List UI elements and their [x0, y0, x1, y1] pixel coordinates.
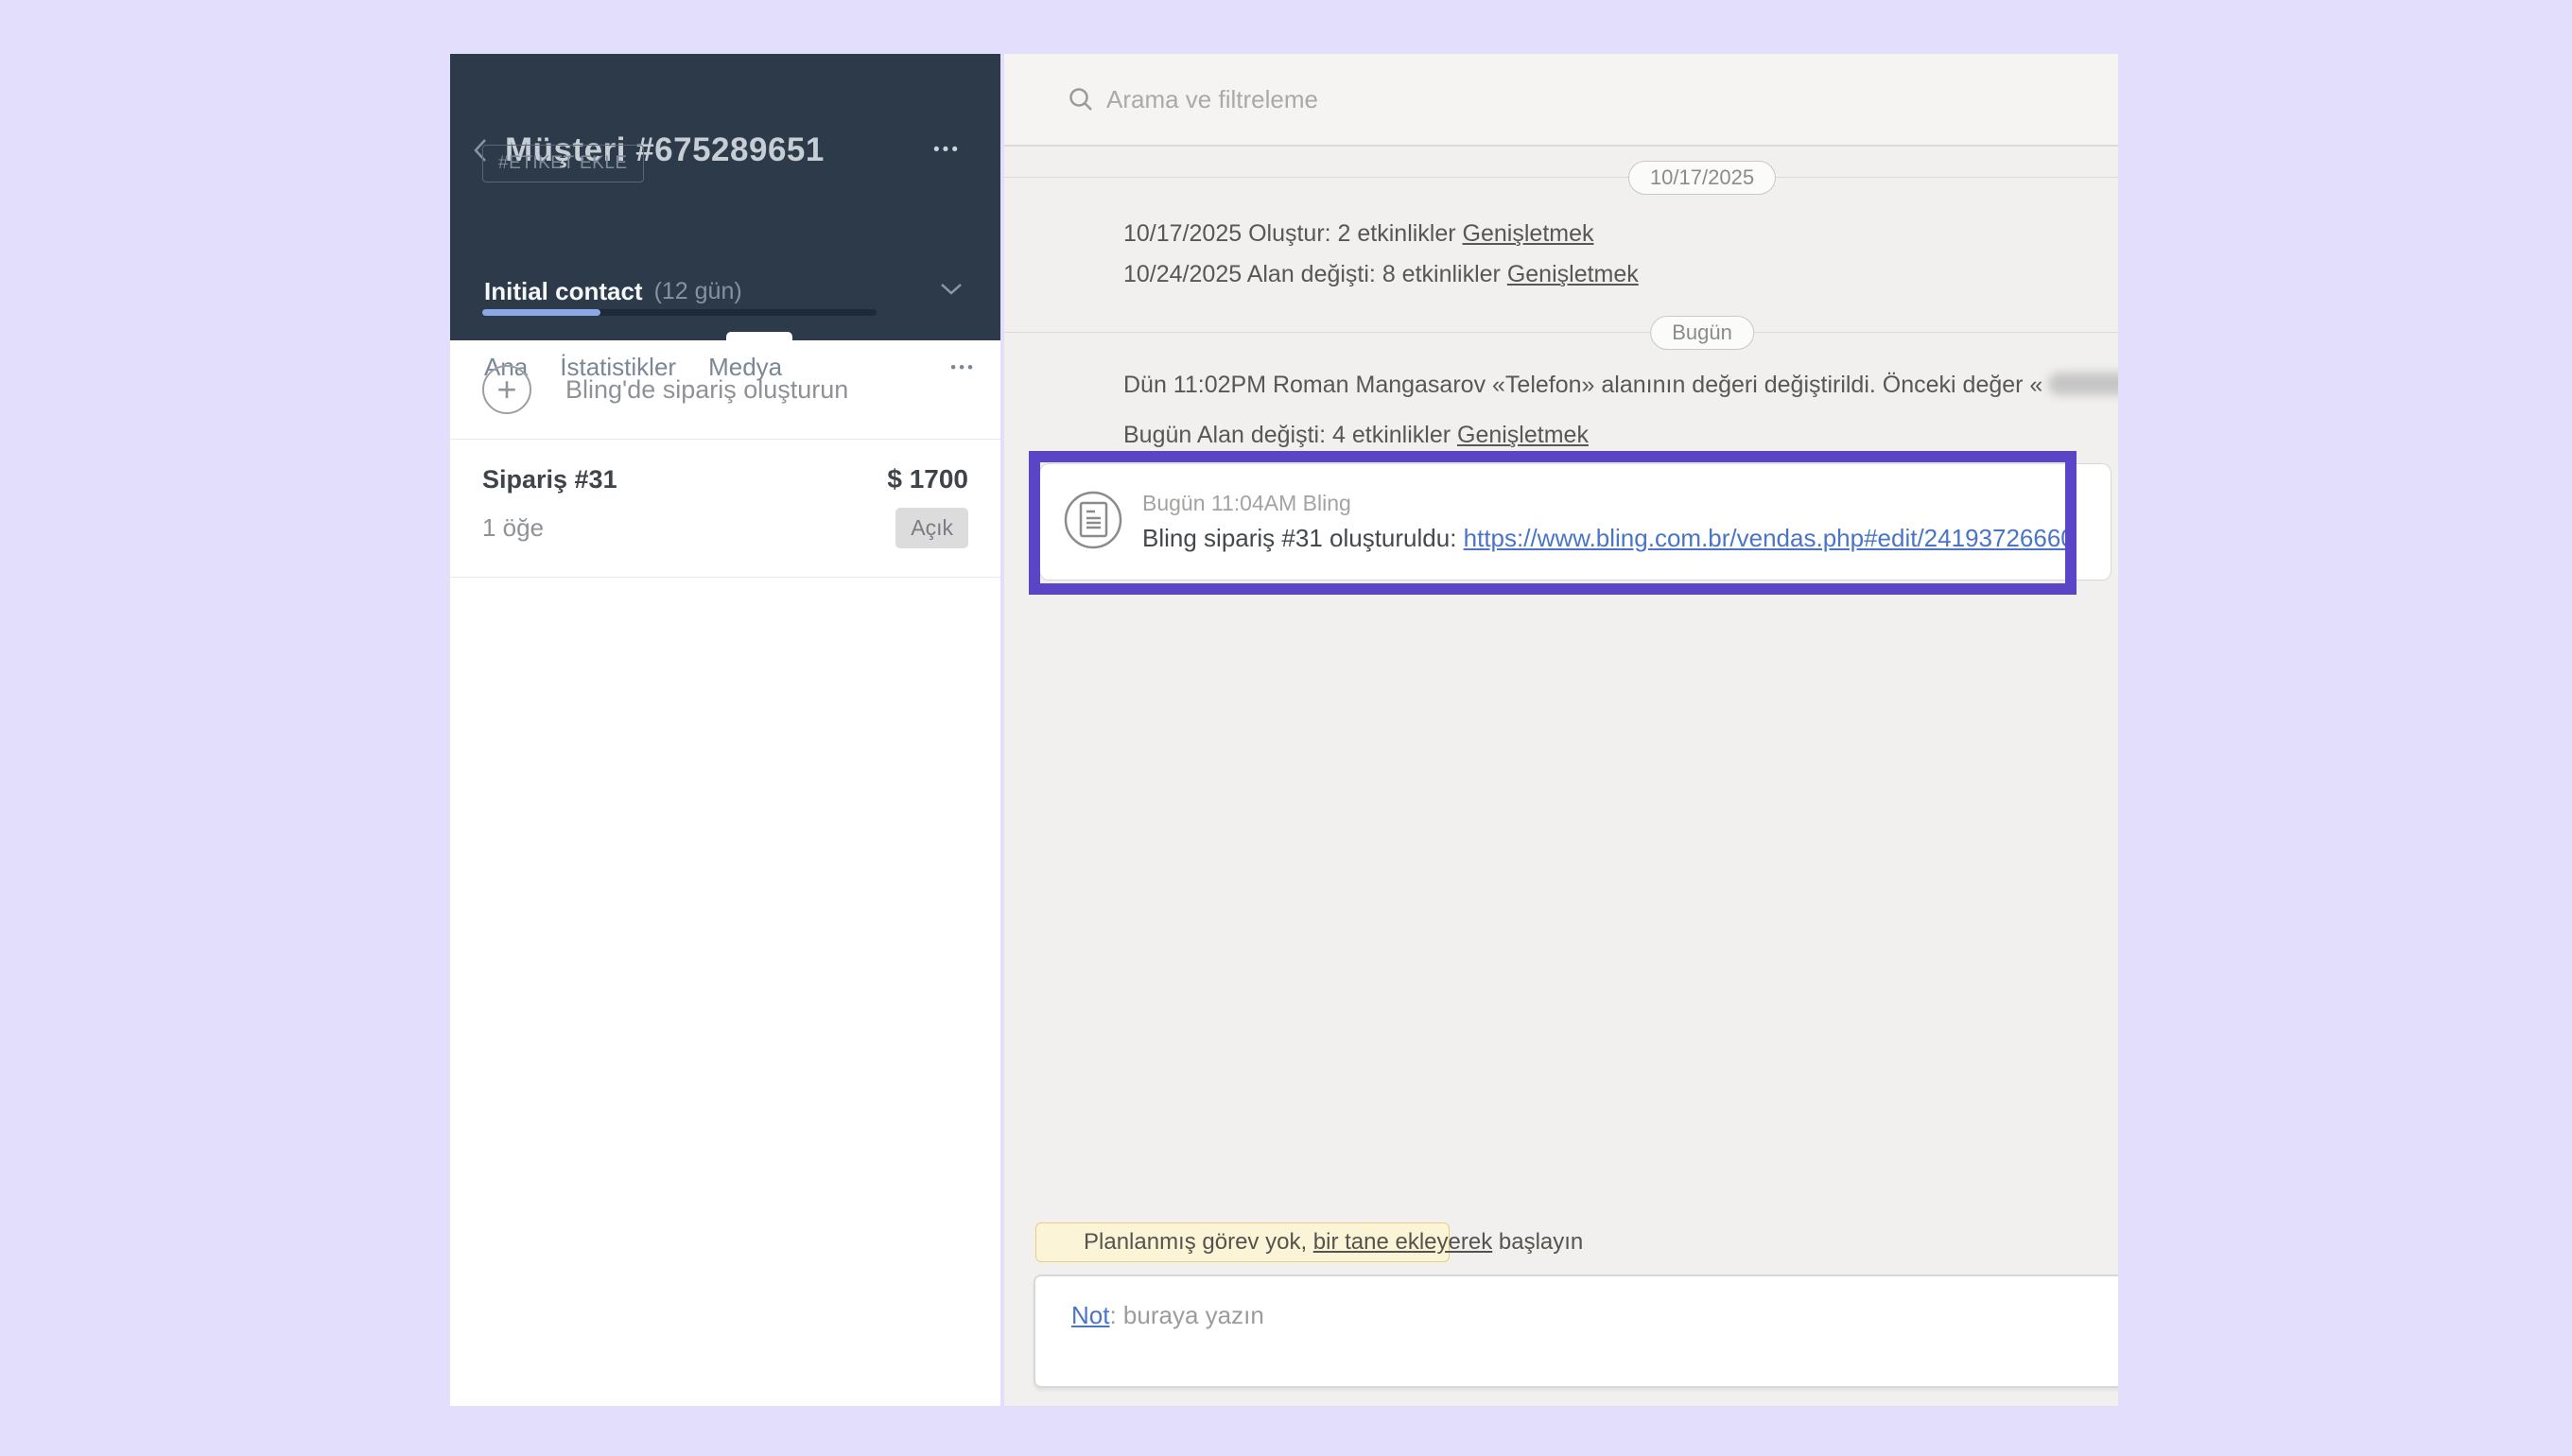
- date-separator-pill: Bugün: [1650, 316, 1754, 350]
- separator-line: [1004, 177, 2118, 178]
- feed-event: 10/24/2025 Alan değişti: 8 etkinlikler G…: [1123, 261, 2118, 288]
- event-text: Bugün Alan değişti: 4 etkinlikler: [1123, 422, 1457, 448]
- feed-event: 10/17/2025 Oluştur: 2 etkinlikler Genişl…: [1123, 220, 2118, 248]
- event-text: Bling sipariş #31 oluşturuldu:: [1142, 524, 1464, 552]
- add-tag-button[interactable]: #ETIKET EKLE: [482, 145, 644, 182]
- order-items-count: 1 öğe: [482, 513, 545, 542]
- stage-progress-bar: [482, 309, 877, 316]
- order-list-item[interactable]: Sipariş #31 $ 1700 1 öğe Açık: [450, 440, 1000, 578]
- pipeline-stage-duration: (12 gün): [653, 278, 742, 304]
- customer-sidebar: Müşteri #675289651 ••• #ETIKET EKLE Init…: [450, 54, 1000, 1406]
- create-order-label: Bling'de sipariş oluşturun: [565, 374, 849, 404]
- create-order-button[interactable]: + Bling'de sipariş oluşturun: [450, 340, 1000, 440]
- event-text: 10/17/2025 Oluştur: 2 etkinlikler: [1123, 220, 1463, 247]
- more-menu-button[interactable]: •••: [933, 140, 978, 161]
- chevron-down-icon: [940, 283, 963, 301]
- expand-link[interactable]: Genişletmek: [1457, 422, 1589, 448]
- add-task-link[interactable]: bir tane ekleyerek: [1313, 1229, 1492, 1255]
- order-title: Sipariş #31: [482, 465, 617, 494]
- notice-text: Planlanmış görev yok,: [1084, 1229, 1313, 1255]
- sidebar-body: + Bling'de sipariş oluşturun Sipariş #31…: [450, 340, 1000, 578]
- bling-order-event-card: Bugün 11:04AM Bling Bling sipariş #31 ol…: [1039, 463, 2111, 581]
- bling-order-link[interactable]: https://www.bling.com.br/vendas.php#edit…: [1464, 524, 2075, 552]
- active-tab-indicator: [726, 332, 792, 340]
- expand-link[interactable]: Genişletmek: [1463, 220, 1594, 247]
- document-icon: [1063, 490, 1123, 555]
- pipeline-stage-name: Initial contact: [484, 277, 643, 305]
- no-task-notice: Planlanmış görev yok, bir tane ekleyerek…: [1035, 1222, 1583, 1262]
- stage-progress-fill: [482, 309, 601, 316]
- search-bar[interactable]: Arama ve filtreleme: [1004, 54, 2118, 147]
- separator-line: [1004, 332, 2118, 333]
- date-separator: Bugün: [1004, 316, 2118, 350]
- sidebar-header: Müşteri #675289651 ••• #ETIKET EKLE Init…: [450, 54, 1000, 381]
- redacted-value-blur: [2048, 373, 2118, 395]
- feed-event: Dün 11:02PM Roman Mangasarov «Telefon» a…: [1123, 372, 2118, 399]
- event-text: 10/24/2025 Alan değişti: 8 etkinlikler: [1123, 261, 1507, 287]
- note-type-selector[interactable]: Not: [1071, 1301, 1109, 1329]
- order-amount: $ 1700: [887, 464, 968, 494]
- note-placeholder: : buraya yazın: [1109, 1301, 1264, 1329]
- date-separator: 10/17/2025: [1004, 161, 2118, 195]
- pipeline-stage-selector[interactable]: Initial contact (12 gün): [484, 277, 974, 306]
- search-placeholder: Arama ve filtreleme: [1106, 84, 1318, 113]
- notice-text: başlayın: [1492, 1229, 1584, 1255]
- plus-icon: +: [482, 365, 531, 414]
- timeline-feed: Arama ve filtreleme 10/17/2025 10/17/202…: [1004, 54, 2118, 1406]
- expand-link[interactable]: Genişletmek: [1507, 261, 1639, 287]
- search-icon: [1069, 88, 1092, 111]
- event-text: Dün 11:02PM Roman Mangasarov «Telefon» a…: [1123, 372, 2043, 398]
- date-separator-pill: 10/17/2025: [1627, 161, 1777, 195]
- order-status-badge: Açık: [895, 508, 968, 548]
- feed-event: Bugün Alan değişti: 4 etkinlikler Genişl…: [1123, 422, 2118, 449]
- note-input[interactable]: Not: buraya yazın: [1034, 1274, 2118, 1388]
- event-meta: Bugün 11:04AM Bling: [1142, 491, 1351, 515]
